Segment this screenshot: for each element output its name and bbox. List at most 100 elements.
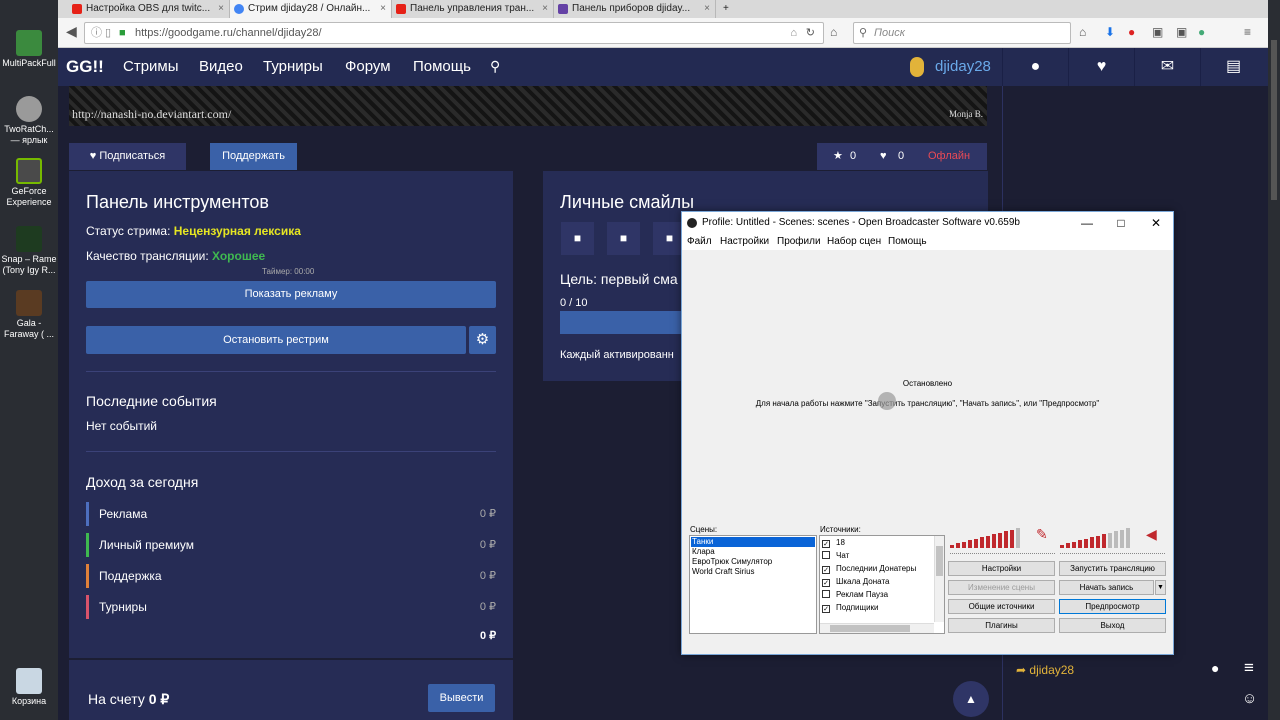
nav-forum[interactable]: Форум xyxy=(345,58,391,75)
scene-edit-button[interactable]: Изменение сцены xyxy=(948,580,1055,595)
list-item[interactable]: ✓ Шкала Доната xyxy=(821,577,943,587)
mic-icon[interactable]: ✎ xyxy=(1036,526,1048,543)
checkbox[interactable] xyxy=(822,590,830,598)
reader-icon[interactable]: ▯ xyxy=(105,23,111,43)
nav-video[interactable]: Видео xyxy=(199,58,243,75)
list-item[interactable]: Реклам Пауза xyxy=(821,590,943,600)
start-record-button[interactable]: Начать запись xyxy=(1059,580,1154,595)
checkbox[interactable]: ✓ xyxy=(822,579,830,587)
mic-volume-slider[interactable] xyxy=(950,553,1055,556)
speaker-icon[interactable]: ◀ xyxy=(1146,526,1157,543)
close-icon[interactable]: × xyxy=(380,0,386,18)
list-item[interactable]: ✓ 18 xyxy=(821,538,943,548)
stream-status-label: Статус стрима: Нецензурная лексика xyxy=(86,224,301,238)
heart-icon[interactable]: ♥ xyxy=(1068,48,1134,86)
browser-scrollbar[interactable] xyxy=(1268,0,1280,720)
close-icon[interactable]: × xyxy=(704,0,710,18)
desktop-shortcut[interactable]: Gala - Faraway ( ... xyxy=(0,290,58,340)
translate-icon[interactable]: ▣ xyxy=(1152,25,1163,39)
smile-icon[interactable]: ☺ xyxy=(1242,690,1257,707)
new-tab-button[interactable]: + xyxy=(716,0,740,18)
list-item[interactable]: ✓ Последнии Донатеры xyxy=(821,564,943,574)
list-item[interactable]: World Craft Sirius xyxy=(691,567,815,577)
nav-help[interactable]: Помощь xyxy=(413,58,471,75)
adblock-icon[interactable]: ● xyxy=(1128,25,1135,39)
scrollbar-thumb[interactable] xyxy=(830,625,910,632)
checkbox[interactable]: ✓ xyxy=(822,605,830,613)
bookmark-icon[interactable]: ⌂ xyxy=(790,23,797,43)
list-item[interactable]: Танки xyxy=(691,537,815,547)
withdraw-button[interactable]: Вывести xyxy=(428,684,495,712)
minimize-icon[interactable]: — xyxy=(1070,212,1104,234)
search-input[interactable]: ⚲ Поиск xyxy=(853,22,1071,44)
plugins-button[interactable]: Плагины xyxy=(948,618,1055,633)
support-button[interactable]: Поддержать xyxy=(210,143,297,170)
chat-username[interactable]: ➦ djiday28 xyxy=(1016,663,1074,677)
browser-tab[interactable]: Стрим djiday28 / Онлайн... × xyxy=(230,0,392,18)
show-ad-button[interactable]: Показать рекламу xyxy=(86,281,496,308)
chevron-down-icon[interactable]: ▼ xyxy=(1155,580,1166,595)
desktop-shortcut[interactable]: Snap – Rame (Tony Igy R... xyxy=(0,226,58,276)
browser-tab[interactable]: Панель приборов djiday... × xyxy=(554,0,716,18)
menu-icon[interactable]: ≡ xyxy=(1244,658,1254,678)
lock-icon[interactable]: ■ xyxy=(607,222,640,255)
chat-icon[interactable]: ● xyxy=(1002,48,1068,86)
scrollbar-horizontal[interactable] xyxy=(820,623,934,633)
reload-icon[interactable]: ↻ xyxy=(806,23,815,43)
menu-scene-collection[interactable]: Набор сцен xyxy=(827,234,881,250)
close-icon[interactable]: × xyxy=(218,0,224,18)
menu-profiles[interactable]: Профили xyxy=(777,234,821,250)
download-icon[interactable]: ⬇ xyxy=(1105,25,1115,39)
mail-icon[interactable]: ✉ xyxy=(1134,48,1200,86)
exit-button[interactable]: Выход xyxy=(1059,618,1166,633)
extension-icon[interactable]: ● xyxy=(1198,25,1205,39)
subscribe-button[interactable]: ♥ Подписаться xyxy=(69,143,186,170)
menu-settings[interactable]: Настройки xyxy=(720,234,769,250)
scrollbar-thumb[interactable] xyxy=(936,546,943,576)
close-icon[interactable]: ✕ xyxy=(1139,212,1173,234)
checkbox[interactable]: ✓ xyxy=(822,540,830,548)
desktop-shortcut[interactable]: GeForce Experience xyxy=(0,158,58,208)
list-item[interactable]: Чат xyxy=(821,551,943,561)
user-icon[interactable]: ● xyxy=(1211,660,1219,676)
menu-icon[interactable]: ≡ xyxy=(1244,25,1251,39)
desktop-shortcut[interactable]: MultiPackFull xyxy=(0,30,58,69)
desktop-volume-slider[interactable] xyxy=(1060,553,1165,556)
nav-tournaments[interactable]: Турниры xyxy=(263,58,323,75)
avatar[interactable] xyxy=(910,57,924,77)
menu-help[interactable]: Помощь xyxy=(888,234,927,250)
obs-settings-button[interactable]: Настройки xyxy=(948,561,1055,576)
list-item[interactable]: ЕвроТрюк Симулятор xyxy=(691,557,815,567)
checkbox[interactable]: ✓ xyxy=(822,566,830,574)
site-logo[interactable]: GG!! xyxy=(66,57,104,77)
back-icon[interactable]: ◀ xyxy=(66,23,77,40)
scrollbar[interactable] xyxy=(934,536,944,622)
url-bar[interactable]: ⓘ ▯ ■ https://goodgame.ru/channel/djiday… xyxy=(84,22,824,44)
header-username[interactable]: djiday28 xyxy=(935,58,991,75)
lock-icon[interactable]: ■ xyxy=(561,222,594,255)
maximize-icon[interactable]: □ xyxy=(1104,212,1138,234)
info-icon[interactable]: ⓘ xyxy=(91,23,102,43)
checkbox[interactable] xyxy=(822,551,830,559)
nav-streams[interactable]: Стримы xyxy=(123,58,179,75)
close-icon[interactable]: × xyxy=(542,0,548,18)
notes-icon[interactable]: ▤ xyxy=(1200,48,1266,86)
browser-tab[interactable]: Панель управления тран... × xyxy=(392,0,554,18)
browser-tab[interactable]: Настройка OBS для twitc... × xyxy=(68,0,230,18)
list-item[interactable]: ✓ Подпищики xyxy=(821,603,943,613)
desktop-shortcut[interactable]: TwoRatCh... — ярлык xyxy=(0,96,58,146)
menu-file[interactable]: Файл xyxy=(687,234,712,250)
start-stream-button[interactable]: Запустить трансляцию xyxy=(1059,561,1166,576)
search-icon[interactable]: ⚲ xyxy=(490,58,500,75)
stop-restream-button[interactable]: Остановить рестрим xyxy=(86,326,466,354)
scrollbar-thumb[interactable] xyxy=(1271,40,1277,200)
global-sources-button[interactable]: Общие источники xyxy=(948,599,1055,614)
scroll-top-button[interactable]: ▲ xyxy=(953,681,989,717)
preview-button[interactable]: Предпросмотр xyxy=(1059,599,1166,614)
gear-icon[interactable]: ⚙ xyxy=(469,326,496,354)
home-icon[interactable]: ⌂ xyxy=(1079,25,1086,39)
extension-icon[interactable]: ▣ xyxy=(1176,25,1187,39)
home-toolbar-icon[interactable]: ⌂ xyxy=(830,25,837,39)
list-item[interactable]: Клара xyxy=(691,547,815,557)
desktop-shortcut[interactable]: Корзина xyxy=(0,668,58,707)
